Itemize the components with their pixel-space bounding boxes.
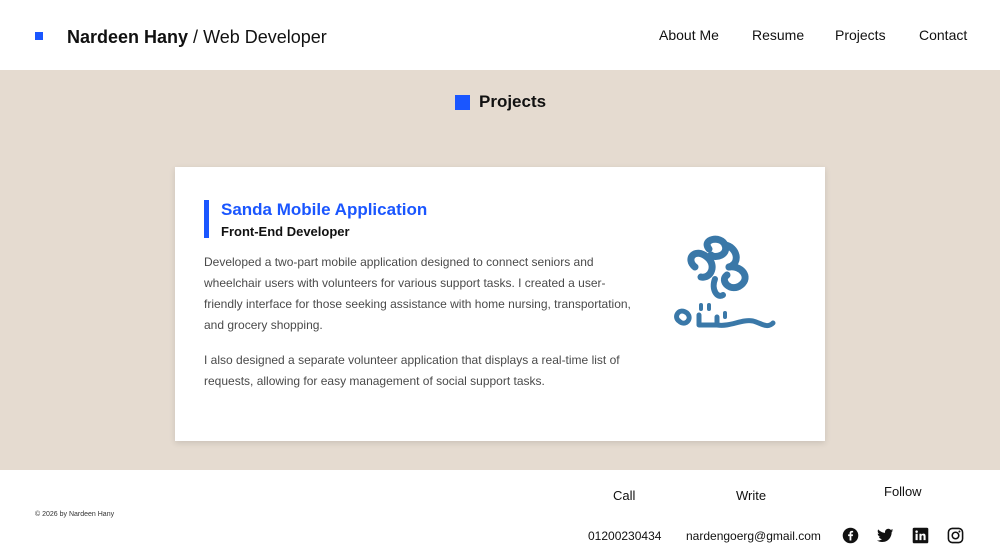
linkedin-icon[interactable] — [912, 527, 929, 544]
project-description-2: I also designed a separate volunteer app… — [204, 353, 620, 388]
nav-resume-link[interactable]: Resume — [752, 27, 804, 43]
nav-about-link[interactable]: About Me — [659, 27, 719, 43]
brand-square-icon — [35, 32, 43, 40]
facebook-icon[interactable] — [842, 527, 859, 544]
sanda-logo-icon — [674, 235, 776, 329]
brand-name: Nardeen Hany — [67, 27, 189, 47]
call-heading: Call — [613, 488, 636, 503]
project-title: Sanda Mobile Application — [221, 200, 428, 219]
card-accent-bar — [204, 200, 209, 238]
project-role: Front-End Developer — [221, 224, 350, 239]
nav-projects-link[interactable]: Projects — [835, 27, 886, 43]
section-square-icon — [455, 95, 470, 110]
project-card: Sanda Mobile Application Front-End Devel… — [175, 167, 825, 441]
section-title: Projects — [479, 92, 547, 111]
instagram-icon[interactable] — [947, 527, 964, 544]
brand-title: Web Developer — [203, 27, 327, 47]
write-heading: Write — [736, 488, 767, 503]
site-header: Nardeen Hany / Web Developer About Me Re… — [0, 0, 1000, 70]
twitter-icon[interactable] — [877, 527, 894, 544]
nav-contact-link[interactable]: Contact — [919, 27, 967, 43]
follow-heading: Follow — [884, 484, 922, 499]
email-link[interactable]: nardengoerg@gmail.com — [686, 529, 821, 543]
project-description-1: Developed a two-part mobile application … — [204, 255, 631, 332]
projects-section: Projects Sanda Mobile Application Front-… — [0, 70, 1000, 470]
site-footer: © 2026 by Nardeen Hany Call Write Follow… — [0, 470, 1000, 560]
brand-separator: / — [188, 27, 204, 47]
copyright-text: © 2026 by Nardeen Hany — [35, 511, 115, 518]
site-brand[interactable]: Nardeen Hany / Web Developer — [67, 27, 327, 48]
phone-link[interactable]: 01200230434 — [588, 529, 661, 543]
